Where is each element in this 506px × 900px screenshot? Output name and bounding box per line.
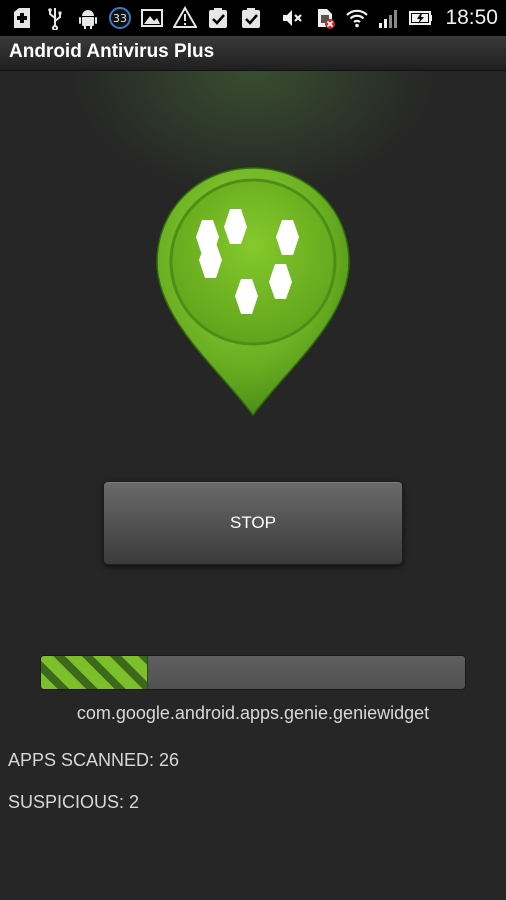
check-clipboard-icon bbox=[206, 6, 230, 30]
usb-icon bbox=[43, 6, 67, 30]
battery-charging-icon bbox=[409, 6, 433, 30]
suspicious-count: SUSPICIOUS: 2 bbox=[8, 792, 140, 812]
image-icon bbox=[140, 6, 164, 30]
signal-icon bbox=[377, 6, 401, 30]
apps-scanned-count: APPS SCANNED: 26 bbox=[8, 750, 180, 770]
mute-icon bbox=[281, 6, 305, 30]
warning-icon bbox=[173, 6, 197, 30]
scan-progress-fill bbox=[41, 656, 148, 689]
antivirus-logo-icon bbox=[150, 160, 356, 420]
action-bar: Android Antivirus Plus bbox=[0, 36, 506, 71]
status-clock: 18:50 bbox=[445, 6, 498, 29]
android-icon bbox=[76, 6, 100, 30]
system-icons: 18:50 bbox=[281, 5, 498, 31]
wifi-icon bbox=[345, 6, 369, 30]
badge-33-icon: 33 bbox=[109, 7, 131, 29]
add-box-icon bbox=[10, 6, 34, 30]
app-screen: 33 18:50 Android Antivirus Plus STOP com… bbox=[0, 0, 506, 900]
check-clipboard-icon bbox=[239, 6, 263, 30]
status-bar: 33 18:50 bbox=[0, 0, 506, 36]
no-sim-icon bbox=[313, 6, 337, 30]
current-scan-item: com.google.android.apps.genie.geniewidge… bbox=[76, 703, 430, 723]
app-title: Android Antivirus Plus bbox=[9, 41, 215, 62]
stop-button[interactable]: STOP bbox=[103, 481, 403, 565]
scan-progress-bar bbox=[40, 655, 466, 690]
notification-icons: 33 bbox=[10, 5, 263, 31]
